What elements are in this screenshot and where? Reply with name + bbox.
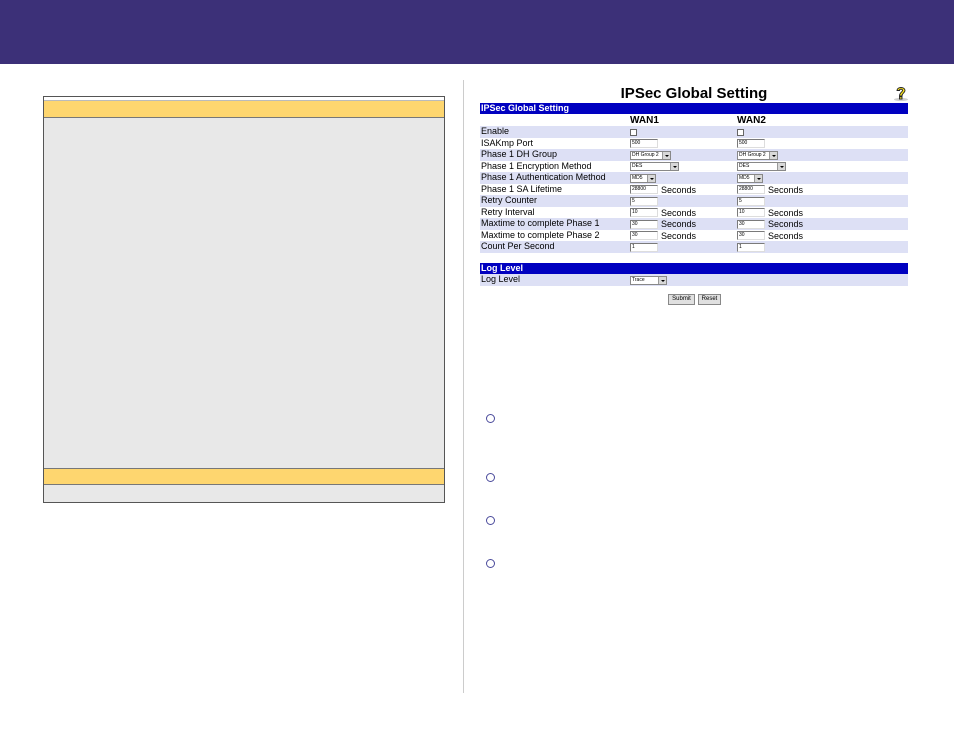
unit-label: Seconds bbox=[661, 230, 697, 241]
select-value: DH Group 2 bbox=[739, 151, 766, 158]
row-label: Phase 1 DH Group bbox=[481, 149, 558, 159]
row-label: Retry Counter bbox=[481, 195, 538, 205]
row-phase1-sa-lifetime: Phase 1 SA Lifetime 28800 Seconds 28800 Se… bbox=[480, 184, 908, 196]
log-level-select[interactable]: Trace bbox=[630, 275, 667, 285]
column-header-wan1: WAN1 bbox=[630, 115, 659, 126]
wan2-maxtime-phase2-input[interactable]: 30 bbox=[737, 231, 765, 240]
row-label: Maxtime to complete Phase 2 bbox=[481, 229, 600, 240]
select-value: DES bbox=[632, 163, 643, 169]
row-label: Count Per Second bbox=[481, 241, 555, 251]
unit-label: Seconds bbox=[768, 184, 804, 195]
panel-header-bar bbox=[44, 101, 444, 118]
wan1-dh-group-select[interactable]: DH Group 2 bbox=[630, 150, 671, 160]
select-value: MD5 bbox=[739, 174, 750, 181]
select-value: DH Group 2 bbox=[632, 151, 659, 158]
section-header-log-level: Log Level bbox=[480, 263, 908, 274]
wan2-count-per-second-input[interactable]: 1 bbox=[737, 242, 765, 252]
wan2-dh-group-select[interactable]: DH Group 2 bbox=[737, 150, 778, 160]
bullet-icon bbox=[486, 516, 495, 525]
panel-footer-bar bbox=[44, 468, 444, 485]
row-maxtime-phase2: Maxtime to complete Phase 2 30 Seconds 30… bbox=[480, 230, 908, 242]
row-label: Log Level bbox=[481, 274, 521, 284]
chevron-down-icon[interactable] bbox=[658, 276, 666, 284]
section-header-ipsec: IPSec Global Setting bbox=[480, 103, 908, 114]
row-label: Phase 1 Encryption Method bbox=[481, 160, 592, 171]
reset-button[interactable]: Reset bbox=[698, 294, 721, 305]
wan1-retry-counter-input[interactable]: 5 bbox=[630, 196, 658, 206]
unit-label: Seconds bbox=[661, 184, 697, 195]
wan1-encryption-select[interactable]: DES bbox=[630, 162, 679, 171]
row-label: Phase 1 Authentication Method bbox=[481, 172, 606, 182]
row-log-level: Log Level Trace bbox=[480, 274, 908, 286]
wan1-isakmp-port-input[interactable]: 500 bbox=[630, 139, 658, 148]
chevron-down-icon[interactable] bbox=[769, 151, 777, 159]
wan1-maxtime-phase2-input[interactable]: 30 bbox=[630, 231, 658, 240]
row-enable: Enable bbox=[480, 126, 908, 138]
chevron-down-icon[interactable] bbox=[647, 174, 655, 182]
vertical-divider bbox=[463, 80, 464, 693]
column-header-wan2: WAN2 bbox=[737, 115, 766, 126]
wan2-enable-checkbox[interactable] bbox=[737, 128, 744, 136]
wan1-authentication-select[interactable]: MD5 bbox=[630, 173, 656, 183]
page-title: IPSec Global Setting bbox=[620, 85, 768, 102]
row-label: Enable bbox=[481, 126, 510, 136]
unit-label: Seconds bbox=[661, 219, 697, 229]
bullet-icon bbox=[486, 473, 495, 482]
select-value: DES bbox=[739, 163, 750, 169]
row-phase1-authentication: Phase 1 Authentication Method MD5 MD5 bbox=[480, 172, 908, 184]
unit-label: Seconds bbox=[768, 230, 804, 241]
submit-button[interactable]: Submit bbox=[668, 294, 695, 305]
bullet-icon bbox=[486, 414, 495, 423]
chevron-down-icon[interactable] bbox=[754, 174, 762, 182]
wan1-retry-interval-input[interactable]: 10 bbox=[630, 208, 658, 217]
wan2-isakmp-port-input[interactable]: 500 bbox=[737, 139, 765, 148]
row-isakmp-port: ISAKmp Port 500 500 bbox=[480, 138, 908, 150]
row-retry-counter: Retry Counter 5 5 bbox=[480, 195, 908, 207]
wan1-sa-lifetime-input[interactable]: 28800 bbox=[630, 185, 658, 194]
chevron-down-icon[interactable] bbox=[662, 151, 670, 159]
unit-label: Seconds bbox=[661, 207, 697, 218]
help-icon[interactable] bbox=[892, 84, 910, 102]
ipsec-global-setting-panel: IPSec Global Setting IPSec Global Settin… bbox=[480, 80, 908, 308]
wan2-retry-interval-input[interactable]: 10 bbox=[737, 208, 765, 217]
wan1-count-per-second-input[interactable]: 1 bbox=[630, 242, 658, 252]
row-label: Retry Interval bbox=[481, 206, 535, 217]
left-info-panel bbox=[43, 96, 445, 503]
wan2-encryption-select[interactable]: DES bbox=[737, 162, 786, 171]
select-value: Trace bbox=[632, 276, 645, 283]
row-label: Phase 1 SA Lifetime bbox=[481, 183, 563, 194]
unit-label: Seconds bbox=[768, 207, 804, 218]
row-phase1-encryption: Phase 1 Encryption Method DES DES bbox=[480, 161, 908, 173]
chevron-down-icon[interactable] bbox=[670, 163, 678, 170]
wan2-sa-lifetime-input[interactable]: 28800 bbox=[737, 185, 765, 194]
wan2-authentication-select[interactable]: MD5 bbox=[737, 173, 763, 183]
wan2-maxtime-phase1-input[interactable]: 30 bbox=[737, 219, 765, 229]
row-label: Maxtime to complete Phase 1 bbox=[481, 218, 600, 228]
row-phase1-dh-group: Phase 1 DH Group DH Group 2 DH Group 2 bbox=[480, 149, 908, 161]
select-value: MD5 bbox=[632, 174, 643, 181]
row-label: ISAKmp Port bbox=[481, 137, 534, 148]
wan1-maxtime-phase1-input[interactable]: 30 bbox=[630, 219, 658, 229]
header-banner bbox=[0, 0, 954, 64]
row-maxtime-phase1: Maxtime to complete Phase 1 30 Seconds 30… bbox=[480, 218, 908, 230]
unit-label: Seconds bbox=[768, 219, 804, 229]
bullet-icon bbox=[486, 559, 495, 568]
wan1-enable-checkbox[interactable] bbox=[630, 128, 637, 136]
wan2-retry-counter-input[interactable]: 5 bbox=[737, 196, 765, 206]
row-count-per-second: Count Per Second 1 1 bbox=[480, 241, 908, 253]
row-retry-interval: Retry Interval 10 Seconds 10 Seconds bbox=[480, 207, 908, 219]
chevron-down-icon[interactable] bbox=[777, 163, 785, 170]
